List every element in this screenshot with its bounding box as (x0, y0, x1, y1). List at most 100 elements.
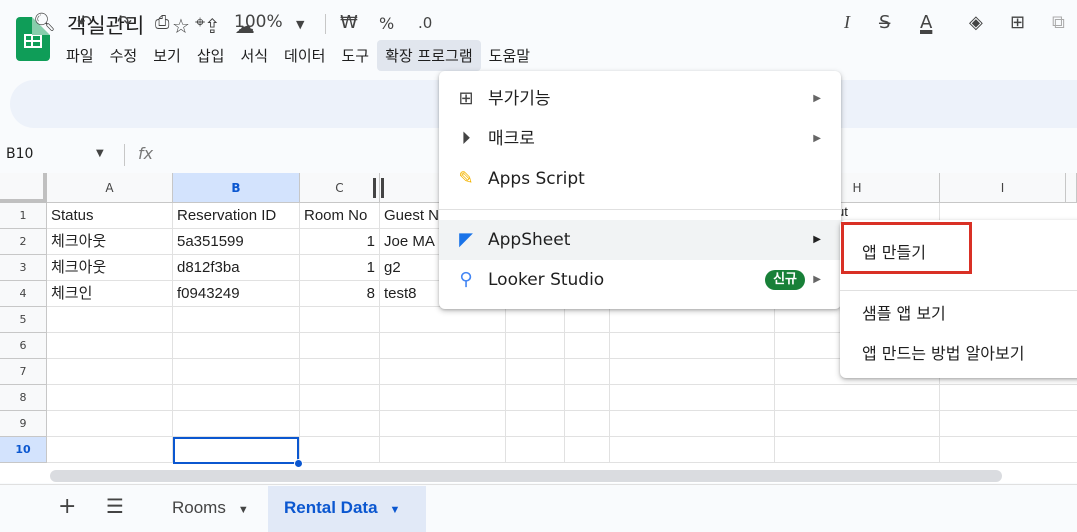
menu-edit[interactable]: 수정 (102, 40, 146, 71)
row-header[interactable]: 5 (0, 307, 47, 333)
menu-item-apps-script[interactable]: ✎ Apps Script (439, 159, 841, 199)
column-resize-handle[interactable] (373, 178, 376, 198)
currency-format-button[interactable]: ₩ (340, 12, 358, 33)
row-header[interactable]: 7 (0, 359, 47, 385)
menu-format[interactable]: 서식 (232, 40, 276, 71)
merge-cells-icon[interactable]: ⧉ (1052, 12, 1065, 33)
search-menus-icon[interactable]: 🔍︎ (33, 12, 56, 33)
menu-item-macros[interactable]: ⏵ 매크로 ▶ (439, 119, 841, 159)
col-line (299, 307, 300, 463)
undo-icon[interactable]: ↶ (77, 12, 92, 33)
row-header[interactable]: 8 (0, 385, 47, 411)
menu-file[interactable]: 파일 (58, 40, 102, 71)
italic-icon[interactable]: I (844, 12, 850, 33)
chevron-down-icon[interactable]: ▼ (238, 504, 249, 516)
cell-a3[interactable]: 체크아웃 (47, 255, 173, 281)
print-icon[interactable]: ⎙ (155, 12, 169, 33)
move-folder-icon[interactable]: ⇪ (204, 14, 221, 38)
sheet-tab-label: Rooms (172, 498, 226, 517)
row-header[interactable]: 2 (0, 229, 47, 255)
play-circle-icon: ⏵ (461, 128, 471, 149)
row-header[interactable]: 9 (0, 411, 47, 437)
column-header[interactable]: I (940, 173, 1066, 203)
menu-help[interactable]: 도움말 (481, 40, 538, 71)
select-all-corner[interactable] (0, 173, 47, 203)
cell-b2[interactable]: 5a351599 (173, 229, 300, 255)
redo-icon[interactable]: ↷ (117, 12, 132, 33)
row-header[interactable]: 4 (0, 281, 47, 307)
cell-b3[interactable]: d812f3ba (173, 255, 300, 281)
row-header[interactable]: 3 (0, 255, 47, 281)
name-box[interactable]: B10 (6, 146, 33, 162)
cell-c1[interactable]: Room No (300, 203, 380, 229)
row-header[interactable]: 10 (0, 437, 47, 463)
selected-cell-b10[interactable] (173, 437, 299, 464)
column-header[interactable] (1066, 173, 1077, 203)
cell-a2[interactable]: 체크아웃 (47, 229, 173, 255)
paint-format-icon[interactable]: ⌖ (195, 12, 205, 33)
sheet-tab-rooms[interactable]: Rooms ▼ (156, 486, 265, 532)
submenu-arrow-icon: ▶ (813, 274, 821, 285)
cell-a4[interactable]: 체크인 (47, 281, 173, 307)
menu-item-label: AppSheet (488, 230, 571, 250)
cell-a1[interactable]: Status (47, 203, 173, 229)
zoom-chevron-down-icon[interactable]: ▼ (296, 18, 304, 31)
col-line (609, 307, 610, 463)
appsheet-icon: ◤ (459, 229, 473, 250)
formula-divider (124, 144, 125, 166)
fill-color-icon[interactable]: ◈ (969, 12, 983, 33)
cell-c2[interactable]: 1 (300, 229, 380, 255)
menu-tools[interactable]: 도구 (333, 40, 377, 71)
menu-item-addons[interactable]: ⊞ 부가기능 ▶ (439, 79, 841, 119)
all-sheets-icon[interactable]: ☰ (106, 494, 124, 518)
menu-divider (439, 209, 841, 210)
fill-handle[interactable] (294, 459, 303, 468)
menu-item-label: 매크로 (488, 129, 535, 149)
cell-b4[interactable]: f0943249 (173, 281, 300, 307)
looker-studio-icon: ⚲ (459, 269, 473, 290)
extensions-menu: ⊞ 부가기능 ▶ ⏵ 매크로 ▶ ✎ Apps Script ◤ AppShee… (439, 71, 841, 309)
percent-format-button[interactable]: % (379, 14, 394, 33)
cell-b1[interactable]: Reservation ID (173, 203, 300, 229)
submenu-arrow-icon: ▶ (813, 234, 821, 245)
borders-icon[interactable]: ⊞ (1010, 12, 1025, 33)
addons-icon: ⊞ (458, 88, 474, 109)
menu-item-looker-studio[interactable]: ⚲ Looker Studio 신규 ▶ (439, 260, 841, 300)
menu-item-label: 부가기능 (488, 89, 551, 109)
toolbar-divider (325, 14, 326, 34)
view-sample-apps-item[interactable]: 샘플 앱 보기 (862, 300, 946, 324)
text-color-icon[interactable]: A (920, 12, 932, 33)
add-sheet-icon[interactable]: + (58, 494, 76, 519)
sheet-tab-rental-data[interactable]: Rental Data ▼ (268, 486, 426, 532)
column-header[interactable]: B (173, 173, 300, 203)
menu-extensions[interactable]: 확장 프로그램 (377, 40, 481, 71)
col-line (505, 307, 506, 463)
col-line (379, 307, 380, 463)
learn-how-to-build-item[interactable]: 앱 만드는 방법 알아보기 (862, 340, 1024, 364)
column-header[interactable]: A (47, 173, 173, 203)
menu-view[interactable]: 보기 (145, 40, 189, 71)
new-badge: 신규 (765, 270, 805, 290)
menu-item-label: Looker Studio (488, 270, 605, 290)
menu-insert[interactable]: 삽입 (189, 40, 233, 71)
decrease-decimal-button[interactable]: .0 (418, 14, 432, 32)
zoom-select[interactable]: 100% (234, 12, 283, 32)
strikethrough-icon[interactable]: S̶ (879, 12, 890, 33)
row-header[interactable]: 6 (0, 333, 47, 359)
column-resize-handle[interactable] (381, 178, 384, 198)
cell-c4[interactable]: 8 (300, 281, 380, 307)
col-line (774, 307, 775, 463)
horizontal-scrollbar[interactable] (50, 470, 1002, 482)
name-box-chevron-down-icon[interactable]: ▼ (96, 148, 104, 159)
menu-item-appsheet[interactable]: ◤ AppSheet ▶ (439, 220, 841, 260)
cell-c3[interactable]: 1 (300, 255, 380, 281)
star-icon[interactable]: ☆ (172, 14, 190, 38)
row-header[interactable]: 1 (0, 203, 47, 229)
menu-divider (840, 290, 1077, 291)
chevron-down-icon[interactable]: ▼ (390, 504, 401, 516)
col-line (564, 307, 565, 463)
highlight-annotation (841, 222, 972, 274)
apps-script-icon: ✎ (458, 168, 474, 189)
menu-data[interactable]: 데이터 (276, 40, 333, 71)
column-header[interactable]: C (300, 173, 380, 203)
